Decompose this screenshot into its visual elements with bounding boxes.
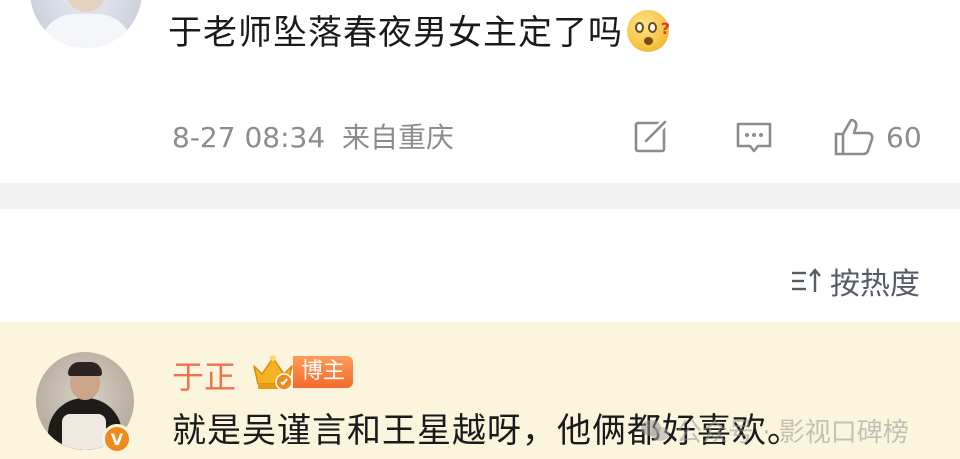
- crown-icon: [253, 355, 293, 391]
- comment-icon: [736, 122, 772, 153]
- like-button[interactable]: 60: [832, 116, 922, 158]
- share-button[interactable]: [632, 116, 672, 158]
- avatar-face: [66, 0, 106, 12]
- post-text: 于老师坠落春夜男女主定了吗?: [168, 8, 670, 58]
- share-icon: [634, 118, 669, 153]
- verified-badge-icon: V: [102, 424, 132, 454]
- comment-item: V 于正 博主 就是吴谨言和王星越呀，他俩都好喜欢。 公众号 · 影视口碑榜: [0, 322, 960, 459]
- comment-button[interactable]: [734, 116, 774, 158]
- post-timestamp: 8-27 08:34: [172, 121, 326, 154]
- like-count: 60: [886, 120, 922, 154]
- avatar-hair: [68, 362, 102, 376]
- comment-sort-row: 按热度: [0, 209, 960, 322]
- post-author-avatar[interactable]: [30, 0, 142, 48]
- post-meta: 8-27 08:34 来自重庆: [172, 116, 454, 156]
- post-source: 来自重庆: [342, 121, 455, 154]
- blogger-badge: 博主: [293, 356, 354, 388]
- sort-icon: [792, 268, 821, 292]
- sort-label: 按热度: [830, 267, 920, 302]
- shocked-face-emoji-icon: ?: [627, 10, 670, 52]
- post-text-content: 于老师坠落春夜男女主定了吗: [168, 13, 623, 53]
- watermark: 公众号 · 影视口碑榜: [640, 412, 909, 449]
- avatar-collar: [40, 14, 132, 48]
- thumbs-up-icon: [834, 118, 874, 156]
- commenter-name[interactable]: 于正: [172, 352, 236, 398]
- wechat-icon: [641, 419, 669, 441]
- section-divider: [0, 183, 960, 209]
- sort-by-hot-button[interactable]: 按热度: [790, 259, 920, 303]
- avatar-scarf: [62, 414, 106, 450]
- watermark-text: 公众号 · 影视口碑榜: [676, 418, 909, 448]
- post-card: 于老师坠落春夜男女主定了吗? 8-27 08:34 来自重庆 60: [0, 0, 960, 183]
